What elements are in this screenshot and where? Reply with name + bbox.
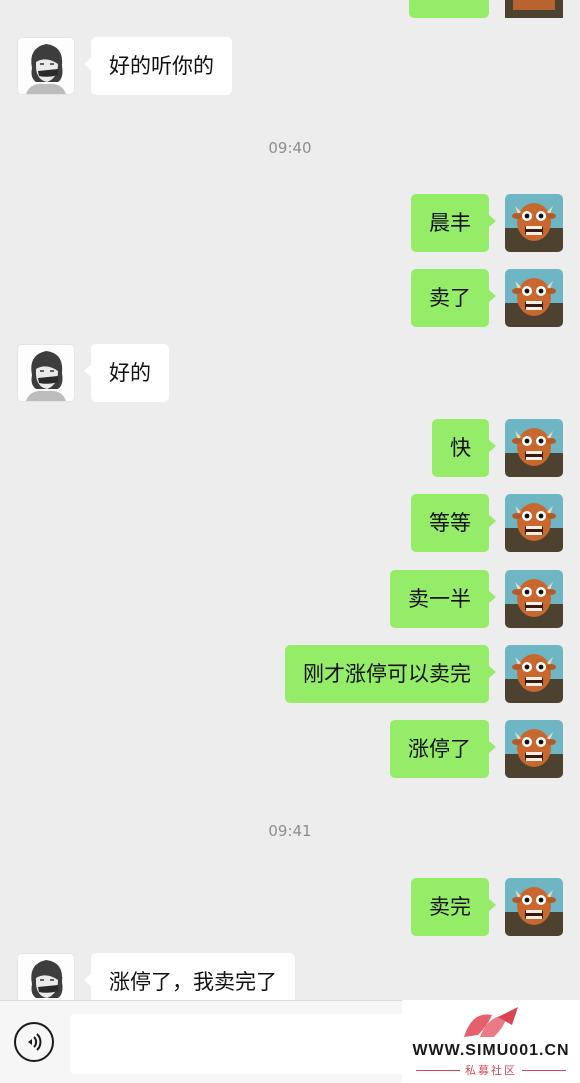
message-bubble[interactable]: 涨停了 <box>390 720 496 778</box>
contact-avatar[interactable] <box>17 344 75 402</box>
timestamp: 09:41 <box>268 822 312 840</box>
timestamp: 09:40 <box>268 139 312 157</box>
chat-area[interactable]: 好的听你的 09:40 晨丰 卖了 好的 快 等等 卖一半 刚才涨停可以卖完 涨… <box>0 0 580 1000</box>
message-bubble-partial[interactable] <box>409 0 489 18</box>
message-bubble[interactable]: 涨停了，我卖完了 <box>84 953 295 1000</box>
message-bubble[interactable]: 卖一半 <box>390 570 496 628</box>
contact-avatar[interactable] <box>17 953 75 1000</box>
self-avatar[interactable] <box>505 494 563 552</box>
message-bubble[interactable]: 等等 <box>411 494 496 552</box>
watermark-divider <box>522 1070 566 1071</box>
message-bubble[interactable]: 快 <box>432 419 496 477</box>
message-bubble[interactable]: 刚才涨停可以卖完 <box>285 645 496 703</box>
watermark-site: WWW.SIMU001.CN <box>412 1042 570 1059</box>
message-bubble[interactable]: 好的 <box>84 344 169 402</box>
self-avatar[interactable] <box>505 720 563 778</box>
self-avatar[interactable] <box>505 645 563 703</box>
self-avatar[interactable] <box>505 194 563 252</box>
avatar-self-partial[interactable] <box>505 0 563 18</box>
self-avatar[interactable] <box>505 419 563 477</box>
message-bubble[interactable]: 好的听你的 <box>84 37 232 95</box>
watermark-logo-icon <box>464 1007 518 1037</box>
message-bubble[interactable]: 晨丰 <box>411 194 496 252</box>
self-avatar[interactable] <box>505 570 563 628</box>
message-bubble[interactable]: 卖了 <box>411 269 496 327</box>
message-bubble[interactable]: 卖完 <box>411 878 496 936</box>
voice-icon[interactable] <box>14 1022 54 1062</box>
contact-avatar[interactable] <box>17 37 75 95</box>
self-avatar[interactable] <box>505 269 563 327</box>
watermark: WWW.SIMU001.CN 私募社区 <box>402 1000 580 1083</box>
self-avatar[interactable] <box>505 878 563 936</box>
